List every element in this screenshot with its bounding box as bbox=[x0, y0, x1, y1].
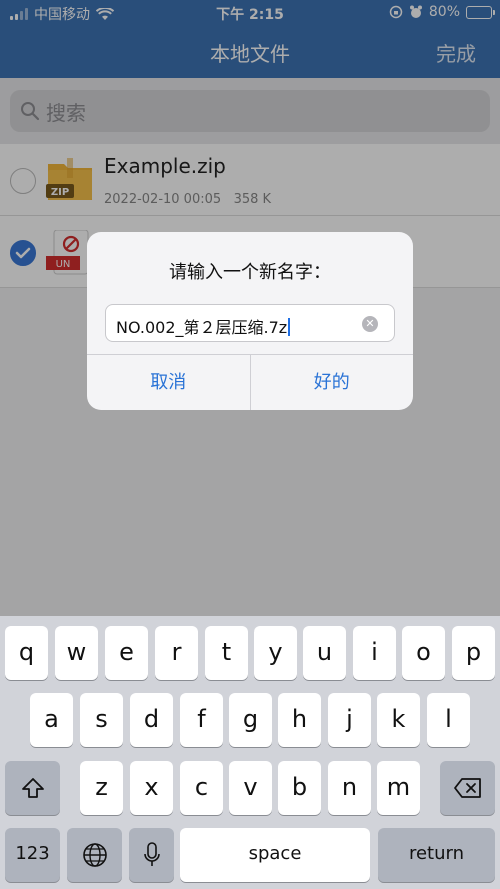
key-z[interactable]: z bbox=[80, 761, 123, 815]
key-f[interactable]: f bbox=[180, 693, 223, 747]
dialog-buttons: 取消 好的 bbox=[87, 354, 413, 410]
shift-key[interactable] bbox=[5, 761, 60, 815]
key-b[interactable]: b bbox=[278, 761, 321, 815]
ok-button[interactable]: 好的 bbox=[249, 355, 414, 410]
clear-icon[interactable]: ✕ bbox=[362, 316, 378, 332]
key-a[interactable]: a bbox=[30, 693, 73, 747]
key-i[interactable]: i bbox=[353, 626, 396, 680]
key-c[interactable]: c bbox=[180, 761, 223, 815]
key-p[interactable]: p bbox=[452, 626, 495, 680]
backspace-icon bbox=[453, 778, 481, 798]
key-d[interactable]: d bbox=[130, 693, 173, 747]
key-x[interactable]: x bbox=[130, 761, 173, 815]
rename-input-value: NO.002_第２层压缩.7z bbox=[116, 318, 288, 337]
key-u[interactable]: u bbox=[303, 626, 346, 680]
key-o[interactable]: o bbox=[402, 626, 445, 680]
key-y[interactable]: y bbox=[254, 626, 297, 680]
key-m[interactable]: m bbox=[377, 761, 420, 815]
key-k[interactable]: k bbox=[377, 693, 420, 747]
shift-icon bbox=[21, 778, 44, 798]
key-l[interactable]: l bbox=[427, 693, 470, 747]
key-w[interactable]: w bbox=[55, 626, 98, 680]
key-v[interactable]: v bbox=[229, 761, 272, 815]
rename-input[interactable]: NO.002_第２层压缩.7z ✕ bbox=[105, 304, 395, 342]
space-key[interactable]: space bbox=[180, 828, 370, 882]
key-j[interactable]: j bbox=[328, 693, 371, 747]
dictation-key[interactable] bbox=[129, 828, 174, 882]
key-g[interactable]: g bbox=[229, 693, 272, 747]
key-h[interactable]: h bbox=[278, 693, 321, 747]
globe-key[interactable] bbox=[67, 828, 122, 882]
numbers-key[interactable]: 123 bbox=[5, 828, 60, 882]
key-q[interactable]: q bbox=[5, 626, 48, 680]
key-s[interactable]: s bbox=[80, 693, 123, 747]
dialog-title: 请输入一个新名字： bbox=[169, 262, 331, 283]
key-e[interactable]: e bbox=[105, 626, 148, 680]
key-t[interactable]: t bbox=[205, 626, 248, 680]
globe-icon bbox=[82, 843, 107, 867]
backspace-key[interactable] bbox=[440, 761, 495, 815]
key-r[interactable]: r bbox=[155, 626, 198, 680]
rename-dialog: 请输入一个新名字： NO.002_第２层压缩.7z ✕ 取消 好的 bbox=[87, 232, 413, 410]
microphone-icon bbox=[143, 842, 160, 866]
return-key[interactable]: return bbox=[378, 828, 495, 882]
keyboard: q w e r t y u i o p a s d f g h j k l z … bbox=[0, 616, 500, 889]
cancel-button[interactable]: 取消 bbox=[87, 355, 250, 410]
key-n[interactable]: n bbox=[328, 761, 371, 815]
text-caret bbox=[288, 318, 291, 336]
